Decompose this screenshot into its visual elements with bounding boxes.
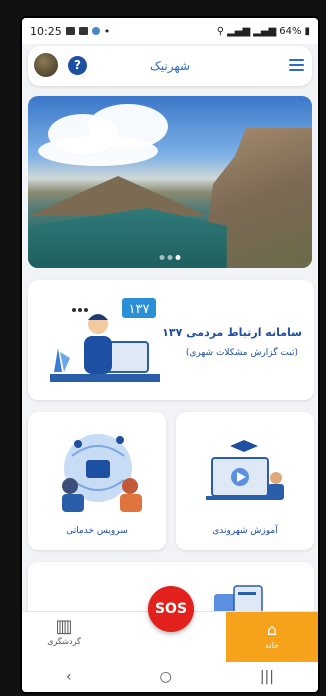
gallery-notification-icon bbox=[65, 27, 75, 35]
support-agent-illustration: ۱۳۷ bbox=[50, 298, 160, 382]
education-card[interactable]: آموزش شهروندی bbox=[176, 412, 314, 550]
building-icon: ▥ bbox=[55, 616, 73, 637]
image-slider[interactable] bbox=[28, 96, 312, 268]
nav-home[interactable]: ⌂ خانه bbox=[226, 612, 318, 662]
bottom-navigation: ▥ گردشگری SOS ⌂ خانه bbox=[22, 586, 318, 662]
battery-percent: 64% bbox=[279, 25, 302, 37]
user-avatar[interactable] bbox=[34, 53, 58, 77]
status-time: 10:25 bbox=[30, 24, 62, 38]
nav-tourism[interactable]: ▥ گردشگری bbox=[34, 616, 94, 646]
mountain-shape bbox=[28, 176, 208, 216]
citizen-contact-subtitle: (ثبت گزارش مشکلات شهری) bbox=[185, 348, 298, 358]
nav-home-label: خانه bbox=[265, 641, 279, 650]
signal-icon-2: ▂▄▆ bbox=[253, 25, 277, 37]
back-icon[interactable]: ‹ bbox=[66, 669, 72, 685]
battery-icon: ▮ bbox=[304, 25, 310, 37]
sos-button[interactable]: SOS bbox=[148, 586, 194, 632]
citizen-contact-title: سامانه ارتباط مردمی ۱۳۷ bbox=[162, 326, 302, 339]
system-navigation: ‹ ○ ||| bbox=[22, 662, 318, 692]
status-bar: 10:25 • ⚲ ▂▄▆ ▂▄▆ 64% ▮ bbox=[22, 18, 318, 44]
help-button[interactable]: ? bbox=[68, 56, 87, 75]
nav-tourism-label: گردشگری bbox=[47, 637, 81, 646]
hamburger-menu-icon[interactable] bbox=[289, 59, 304, 71]
phone-screen: 10:25 • ⚲ ▂▄▆ ▂▄▆ 64% ▮ ? شهرنیک ۱۳۷ سام… bbox=[20, 16, 320, 694]
recent-apps-icon[interactable]: ||| bbox=[260, 669, 274, 685]
lake-shape bbox=[28, 208, 227, 268]
signal-icon: ▂▄▆ bbox=[227, 25, 251, 37]
app-notification-icon bbox=[91, 27, 100, 35]
app-title: شهرنیک bbox=[150, 59, 190, 73]
citizen-contact-card[interactable]: ۱۳۷ سامانه ارتباط مردمی ۱۳۷ (ثبت گزارش م… bbox=[28, 280, 314, 400]
education-illustration bbox=[206, 440, 284, 500]
app-header: ? شهرنیک bbox=[28, 46, 312, 86]
home-circle-icon[interactable]: ○ bbox=[160, 669, 172, 685]
slider-indicator[interactable] bbox=[159, 255, 181, 260]
more-notifications-icon: • bbox=[103, 24, 111, 38]
message-notification-icon bbox=[78, 27, 88, 35]
service-card[interactable]: سرویس خدماتی bbox=[28, 412, 166, 550]
home-icon: ⌂ bbox=[266, 620, 278, 639]
service-illustration bbox=[62, 434, 142, 512]
badge-137: ۱۳۷ bbox=[129, 302, 150, 317]
location-icon: ⚲ bbox=[216, 25, 225, 37]
education-card-label: آموزش شهروندی bbox=[212, 526, 278, 536]
service-card-label: سرویس خدماتی bbox=[66, 526, 128, 536]
